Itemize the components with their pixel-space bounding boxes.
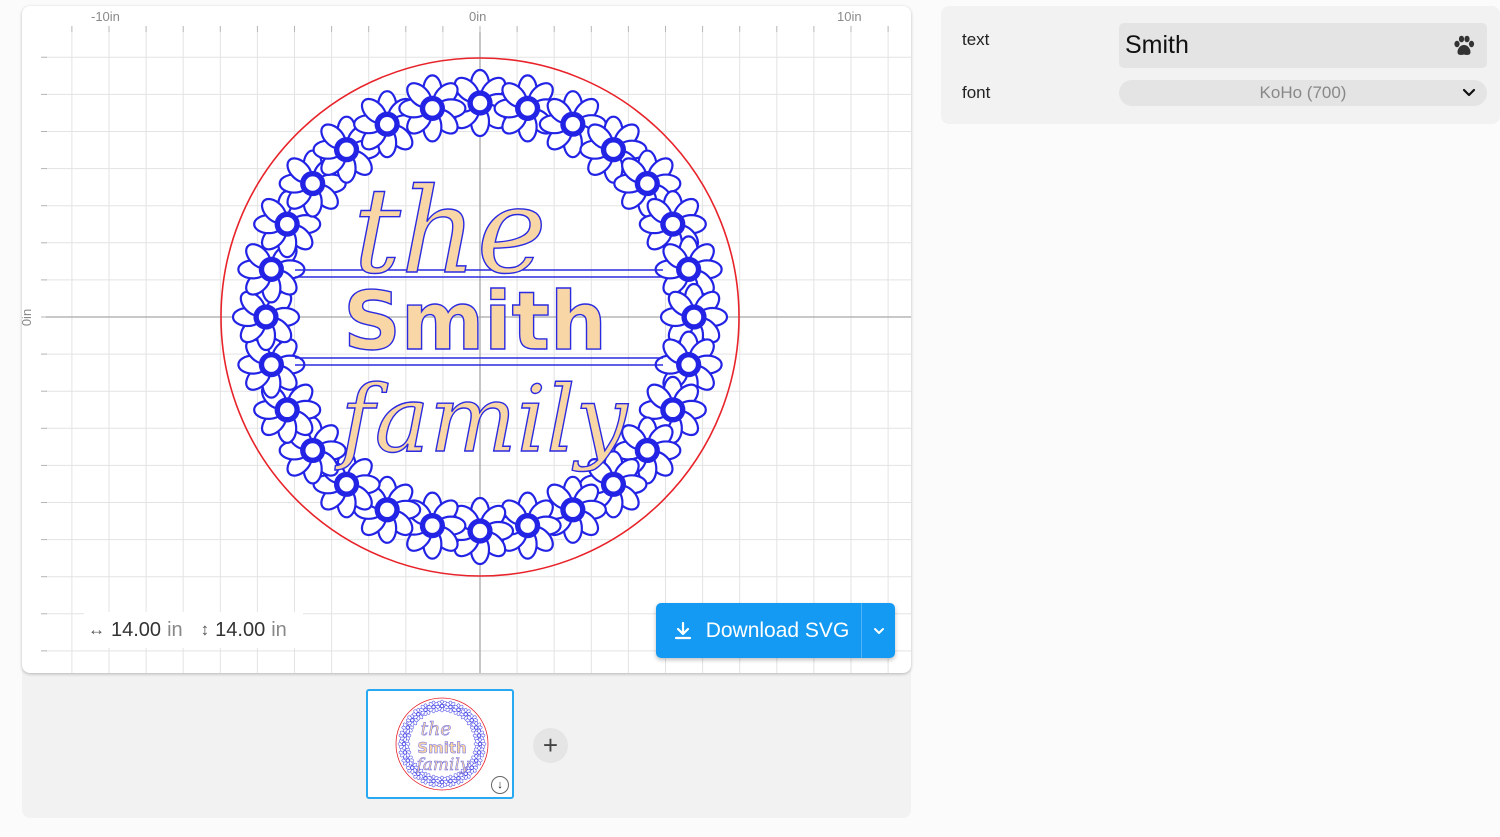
- chevron-down-icon: [1462, 88, 1476, 97]
- height-value: 14.00: [215, 618, 266, 641]
- design-preview[interactable]: the Smith family: [22, 6, 911, 673]
- design-canvas[interactable]: -10in 0in 10in 0in the Smith family ↔ 14…: [22, 6, 911, 673]
- width-unit: in: [167, 618, 183, 641]
- font-label: font: [962, 83, 991, 102]
- download-icon: [674, 621, 691, 639]
- design-thumbnail[interactable]: the Smith family ↓: [366, 689, 514, 799]
- horizontal-arrows-icon: ↔: [88, 620, 105, 639]
- wreath-flower: [427, 700, 440, 714]
- height-readout: ↕ 14.00 in: [201, 619, 287, 642]
- properties-panel: text Smith font KoHo (700): [941, 6, 1500, 124]
- text-input[interactable]: Smith: [1119, 23, 1487, 68]
- vertical-arrows-icon: ↕: [200, 620, 210, 639]
- download-svg-button[interactable]: Download SVG: [656, 603, 861, 658]
- dimensions-readout: ↔ 14.00 in ↕ 14.00 in: [84, 612, 303, 648]
- download-control: Download SVG: [656, 603, 895, 658]
- add-design-button[interactable]: +: [533, 728, 568, 763]
- width-readout: ↔ 14.00 in: [88, 619, 183, 642]
- thumb-line-the: the: [420, 718, 451, 740]
- width-value: 14.00: [111, 618, 162, 641]
- chevron-down-icon: [873, 627, 884, 634]
- height-unit: in: [271, 618, 287, 641]
- wreath-flower: [398, 74, 467, 143]
- font-select[interactable]: KoHo (700): [1119, 80, 1487, 106]
- design-line-family: family: [335, 366, 629, 473]
- font-value: KoHo (700): [1259, 83, 1347, 102]
- paw-icon[interactable]: [1451, 33, 1477, 59]
- download-label: Download SVG: [705, 618, 850, 642]
- text-label: text: [962, 30, 990, 49]
- download-options-button[interactable]: [861, 603, 895, 658]
- design-line-smith: Smith: [343, 275, 607, 368]
- download-badge-icon[interactable]: ↓: [491, 776, 509, 794]
- thumb-line-family: family: [414, 755, 469, 775]
- thumbnail-preview: the Smith family: [395, 697, 489, 791]
